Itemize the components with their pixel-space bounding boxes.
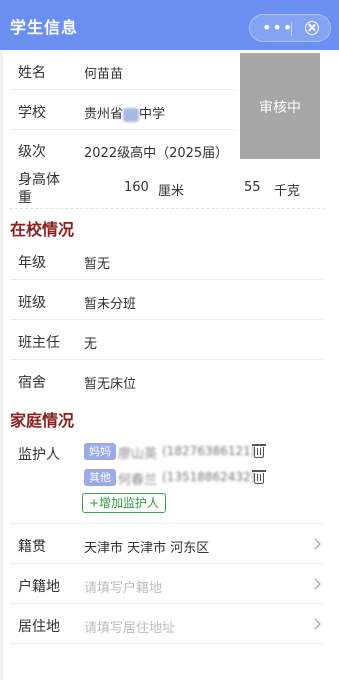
guardian-name: 廖山英 — [118, 447, 158, 462]
residence-placeholder: 请填写居住地址 — [84, 621, 176, 636]
weight-unit: 千克 — [274, 184, 301, 199]
chevron-right-icon — [309, 578, 321, 590]
class-value: 暂未分班 — [84, 297, 137, 312]
school-suffix: 中学 — [139, 107, 166, 122]
household-placeholder: 请填写户籍地 — [84, 581, 163, 596]
photo-status: 审核中 — [259, 100, 301, 116]
residence-row[interactable]: 居住地 请填写居住地址 — [10, 604, 325, 644]
school-row: 学校 贵州省 中学 — [10, 90, 235, 130]
grade-level-label: 级次 — [18, 144, 46, 160]
guardian-name: 何春兰 — [118, 473, 158, 488]
family-section-title: 家庭情况 — [10, 411, 75, 430]
chevron-right-icon — [309, 538, 321, 550]
dorm-value: 暂无床位 — [84, 377, 137, 392]
dorm-label: 宿舍 — [18, 375, 46, 391]
page-title: 学生信息 — [10, 18, 79, 37]
height-value: 160 — [124, 180, 149, 195]
household-row[interactable]: 户籍地 请填写户籍地 — [10, 564, 325, 604]
miniprogram-capsule: ••• — [249, 14, 331, 42]
school-row-teacher: 班主任 无 — [10, 320, 325, 360]
delete-icon[interactable] — [252, 444, 266, 458]
add-guardian-button[interactable]: +增加监护人 — [82, 493, 167, 513]
student-photo[interactable]: 审核中 — [240, 53, 320, 159]
school-value: 贵州省 中学 — [84, 103, 165, 122]
close-icon[interactable] — [305, 21, 319, 35]
grade-level-value: 2022级高中（2025届） — [84, 146, 229, 161]
school-label: 学校 — [18, 105, 46, 121]
teacher-label: 班主任 — [18, 335, 60, 351]
left-edge — [0, 50, 3, 680]
native-place-row[interactable]: 籍贯 天津市 天津市 河东区 — [10, 524, 325, 564]
divider — [10, 208, 325, 209]
guardian-label: 监护人 — [18, 447, 60, 463]
school-section-title: 在校情况 — [10, 220, 75, 239]
school-row-dorm: 宿舍 暂无床位 — [10, 360, 325, 400]
school-row-grade: 年级 暂无 — [10, 240, 325, 280]
guardian-phone: (13518862432) — [162, 470, 256, 484]
school-row-class: 班级 暂未分班 — [10, 280, 325, 320]
redacted-blur — [123, 107, 140, 122]
native-place-value: 天津市 天津市 河东区 — [84, 541, 210, 556]
residence-label: 居住地 — [18, 619, 60, 635]
grade-level-row: 级次 2022级高中（2025届） — [10, 130, 235, 168]
header-bar: 学生信息 ••• — [0, 0, 339, 50]
class-label: 班级 — [18, 295, 46, 311]
teacher-value: 无 — [84, 337, 98, 352]
grade-value: 暂无 — [84, 257, 111, 272]
body-label: 身高体重 — [18, 172, 60, 206]
name-row: 姓名 何苗苗 — [10, 50, 235, 90]
school-prefix: 贵州省 — [84, 107, 124, 122]
native-place-label: 籍贯 — [18, 539, 46, 555]
grade-label: 年级 — [18, 255, 46, 271]
name-label: 姓名 — [18, 65, 46, 81]
guardian-phone: (18276386121) — [162, 444, 256, 458]
relation-tag: 妈妈 — [84, 443, 116, 460]
name-value: 何苗苗 — [84, 67, 124, 82]
capsule-divider — [291, 22, 292, 36]
relation-tag: 其他 — [84, 469, 116, 486]
household-label: 户籍地 — [18, 579, 60, 595]
weight-value: 55 — [244, 180, 261, 195]
height-unit: 厘米 — [158, 184, 185, 199]
more-icon[interactable]: ••• — [262, 18, 293, 37]
chevron-right-icon — [309, 618, 321, 630]
delete-icon[interactable] — [252, 470, 266, 484]
